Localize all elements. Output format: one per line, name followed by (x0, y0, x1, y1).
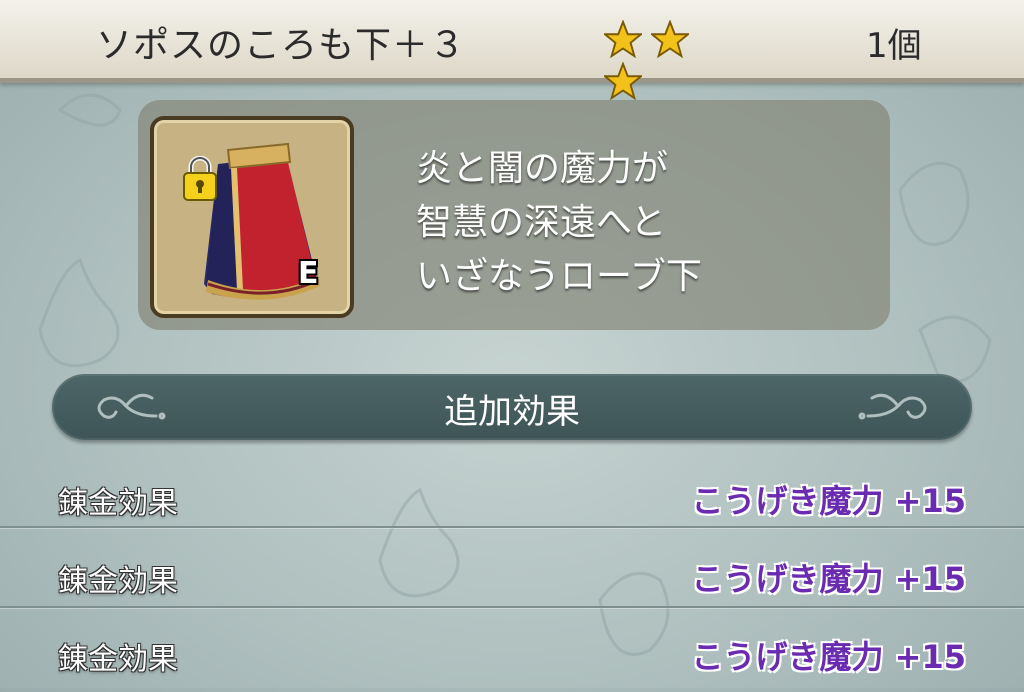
item-grade: E (298, 256, 319, 291)
section-banner: 追加効果 (52, 374, 972, 440)
star-icon (604, 62, 642, 100)
swirl-ornament-icon (858, 393, 927, 420)
description-line: 智慧の深遠へと (416, 202, 667, 243)
row-divider (0, 526, 1024, 528)
lock-icon (183, 156, 217, 201)
description-line: 炎と闇の魔力が (416, 148, 669, 189)
effect-row: 錬金効果 こうげき魔力 +15 (0, 456, 1024, 536)
star-icon (604, 20, 642, 58)
effect-row: 錬金効果 こうげき魔力 +15 (0, 612, 1024, 692)
item-icon-frame[interactable]: E (150, 116, 354, 318)
effect-label: 錬金効果 (58, 642, 178, 677)
rarity-stars (604, 20, 734, 100)
section-title: 追加効果 (444, 392, 580, 432)
effect-value: こうげき魔力 +15 (691, 638, 967, 676)
description-line: いざなうローブ下 (416, 256, 702, 297)
item-header: ソポスのころも下＋３ 1個 (0, 0, 1024, 100)
effect-label: 錬金効果 (58, 564, 178, 599)
item-count: 1個 (866, 26, 922, 66)
item-name: ソポスのころも下＋３ (96, 25, 467, 66)
row-divider (0, 606, 1024, 608)
effect-row: 錬金効果 こうげき魔力 +15 (0, 534, 1024, 614)
effect-value: こうげき魔力 +15 (691, 482, 967, 520)
effect-value: こうげき魔力 +15 (691, 560, 967, 598)
item-description: 炎と闇の魔力が 智慧の深遠へと いざなうローブ下 (416, 142, 876, 304)
star-icon (651, 20, 690, 58)
effect-label: 錬金効果 (58, 486, 178, 521)
